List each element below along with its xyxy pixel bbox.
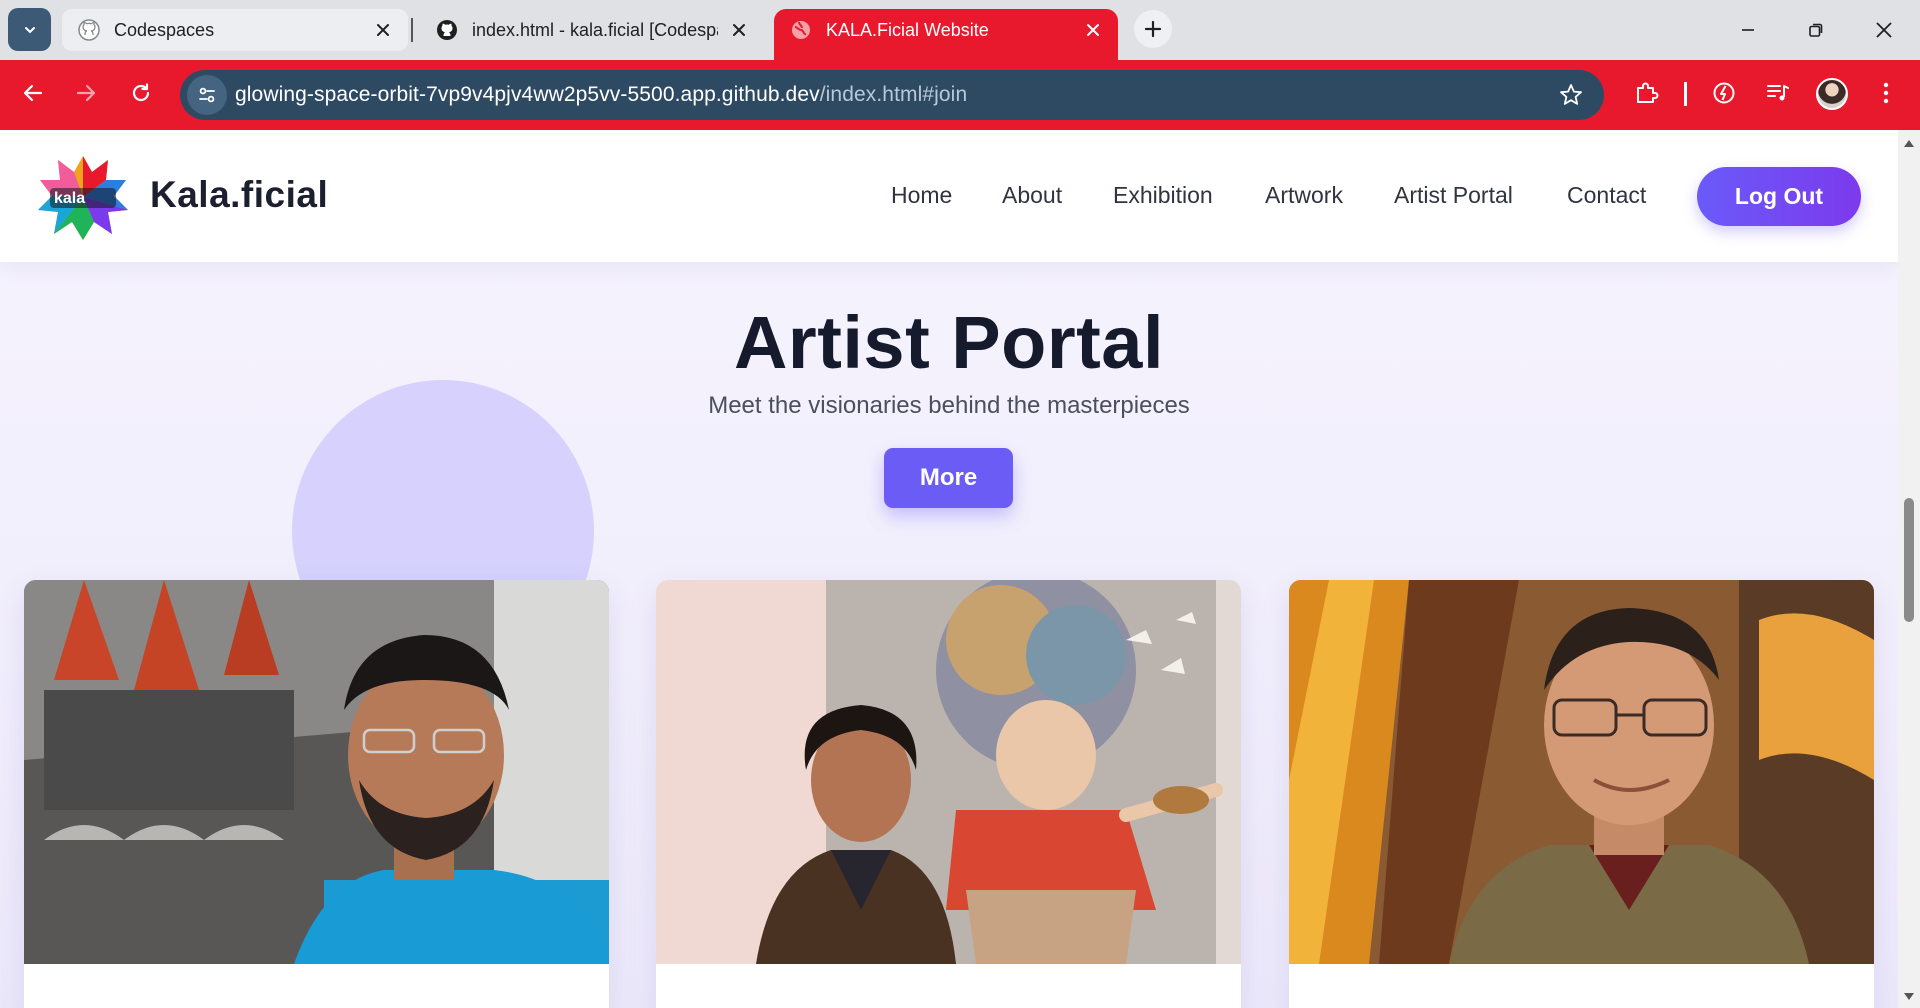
music-queue-icon [1767, 85, 1789, 101]
minimize-button[interactable] [1722, 8, 1774, 52]
nav-link-artist-portal[interactable]: Artist Portal [1394, 182, 1513, 209]
logo-text: kala [54, 190, 85, 207]
reload-icon [132, 83, 150, 102]
kebab-menu-icon [1883, 82, 1889, 104]
close-window-button[interactable] [1858, 8, 1910, 52]
reload-button[interactable] [119, 71, 163, 115]
close-icon[interactable] [1082, 19, 1104, 41]
scroll-down-icon[interactable] [1903, 992, 1915, 1002]
restore-icon [1809, 23, 1823, 37]
browser-tab-codespaces[interactable]: Codespaces [62, 9, 408, 51]
profile-avatar[interactable] [1816, 78, 1848, 110]
bookmark-star-icon[interactable] [1558, 82, 1584, 108]
tab-title: KALA.Ficial Website [826, 19, 989, 40]
close-icon[interactable] [372, 19, 394, 41]
url-host: glowing-space-orbit-7vp9v4pjv4ww2p5vv-55… [235, 83, 820, 106]
browser-toolbar: glowing-space-orbit-7vp9v4pjv4ww2p5vv-55… [0, 60, 1920, 130]
close-icon [1876, 22, 1892, 38]
artist-card[interactable] [1289, 580, 1874, 1008]
github-icon [78, 19, 100, 41]
tab-title: Codespaces [114, 19, 215, 40]
close-icon[interactable] [728, 19, 750, 41]
artist-portrait-1 [24, 580, 609, 964]
nav-link-exhibition[interactable]: Exhibition [1113, 182, 1213, 209]
scroll-up-icon[interactable] [1903, 138, 1915, 148]
section-subtitle: Meet the visionaries behind the masterpi… [708, 392, 1190, 419]
toolbar-divider [1684, 82, 1687, 106]
artist-card[interactable] [656, 580, 1241, 1008]
new-tab-button[interactable] [1134, 10, 1172, 48]
more-button[interactable]: More [884, 448, 1013, 508]
logout-button[interactable]: Log Out [1697, 167, 1861, 226]
browser-menu-button[interactable] [1868, 75, 1904, 111]
page-viewport: Artist Portal Meet the visionaries behin… [0, 130, 1898, 1008]
extensions-button[interactable] [1628, 75, 1664, 111]
url-text[interactable]: glowing-space-orbit-7vp9v4pjv4ww2p5vv-55… [235, 83, 967, 107]
tab-title: index.html - kala.ficial [Codespa [472, 19, 718, 40]
performance-button[interactable] [1706, 75, 1742, 111]
page-scrollbar[interactable] [1898, 130, 1920, 1008]
arrow-right-icon [76, 84, 96, 102]
puzzle-icon [1637, 82, 1659, 103]
site-info-icon[interactable] [187, 75, 227, 115]
arrow-left-icon [23, 84, 43, 102]
back-button[interactable] [11, 71, 55, 115]
plus-icon [1144, 20, 1162, 38]
section-title: Artist Portal [733, 301, 1164, 384]
url-path: /index.html#join [819, 83, 968, 106]
artist-card[interactable] [24, 580, 609, 1008]
restore-button[interactable] [1790, 8, 1842, 52]
artist-portrait-2 [656, 580, 1241, 964]
site-header: kala Kala.ficial Home About Exhibition A… [0, 130, 1898, 262]
browser-tab-kala-ficial[interactable]: KALA.Ficial Website [774, 9, 1118, 61]
tab-search-button[interactable] [8, 8, 51, 51]
media-controls-button[interactable] [1760, 75, 1796, 111]
forward-button[interactable] [64, 71, 108, 115]
tab-divider [411, 18, 413, 42]
globe-icon [790, 19, 812, 41]
nav-link-about[interactable]: About [1002, 182, 1062, 209]
kala-logo[interactable]: kala [36, 150, 130, 244]
nav-link-home[interactable]: Home [891, 182, 952, 209]
minimize-icon [1742, 29, 1754, 31]
brand-name[interactable]: Kala.ficial [150, 174, 328, 216]
artist-portrait-3 [1289, 580, 1874, 964]
browser-tab-index-html[interactable]: index.html - kala.ficial [Codespa [420, 9, 764, 51]
address-bar[interactable]: glowing-space-orbit-7vp9v4pjv4ww2p5vv-55… [180, 70, 1604, 120]
nav-link-contact[interactable]: Contact [1567, 182, 1646, 209]
nav-link-artwork[interactable]: Artwork [1265, 182, 1343, 209]
scrollbar-thumb[interactable] [1904, 498, 1914, 622]
browser-tab-strip: Codespaces index.html - kala.ficial [Cod… [0, 0, 1920, 61]
github-icon [436, 19, 458, 41]
speed-icon [1713, 82, 1735, 104]
chevron-down-icon [24, 26, 35, 33]
